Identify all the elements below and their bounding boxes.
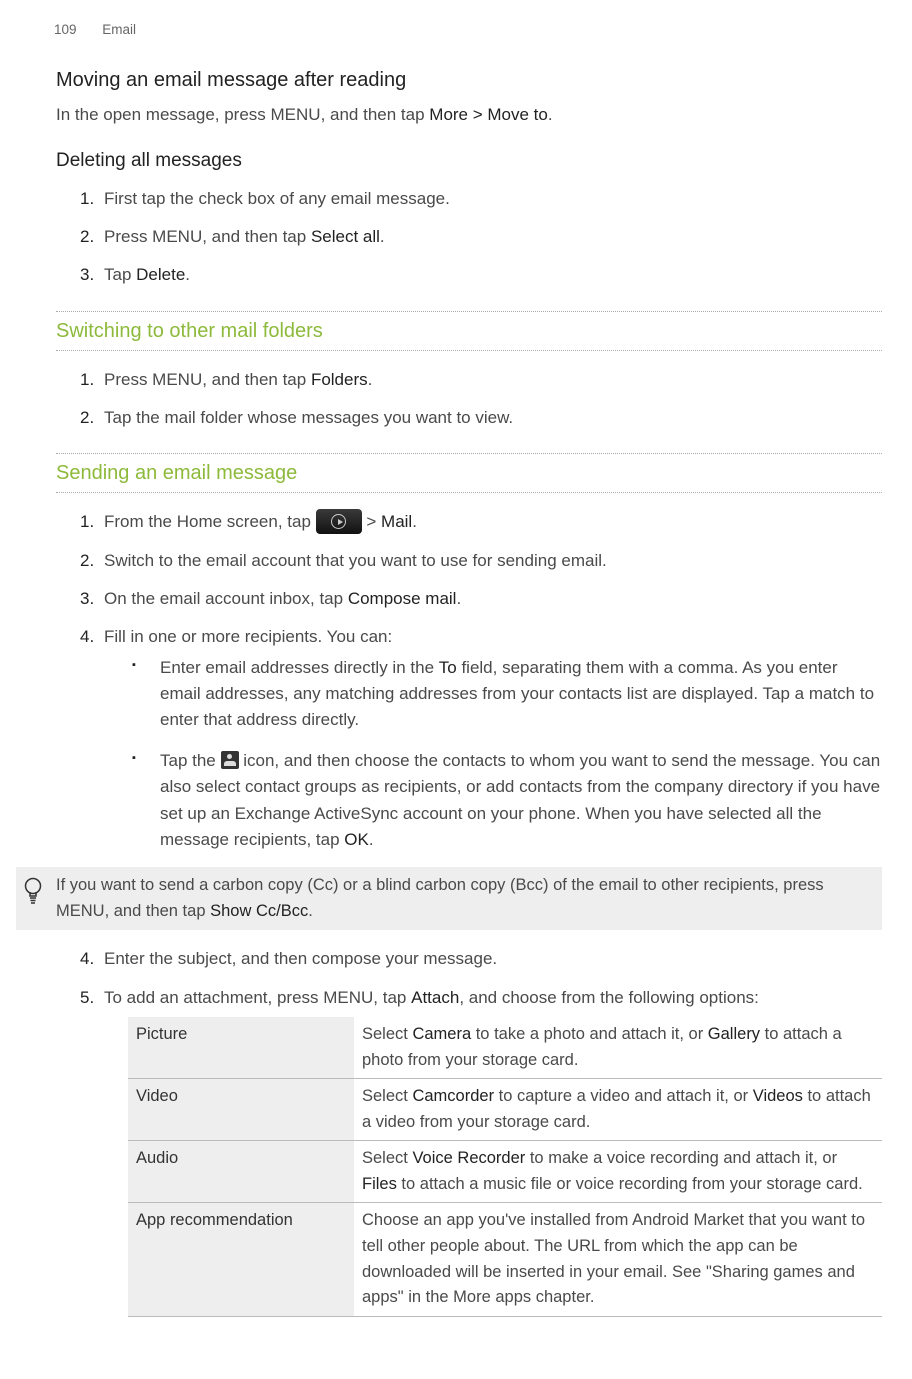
heading-deleting-all: Deleting all messages (56, 146, 882, 175)
apps-icon (316, 509, 362, 534)
list-item: 3.On the email account inbox, tap Compos… (80, 586, 882, 612)
table-row: App recommendation Choose an app you've … (128, 1203, 882, 1316)
attach-desc-app: Choose an app you've installed from Andr… (354, 1203, 882, 1316)
heading-moving-email: Moving an email message after reading (56, 65, 882, 96)
list-item: 1.Press MENU, and then tap Folders. (80, 367, 882, 393)
section-divider: Switching to other mail folders (56, 311, 882, 351)
attach-label-app: App recommendation (128, 1203, 354, 1316)
attach-label-video: Video (128, 1079, 354, 1141)
heading-sending-email: Sending an email message (56, 458, 882, 489)
attach-desc-audio: Select Voice Recorder to make a voice re… (354, 1141, 882, 1203)
list-item: 3.Tap Delete. (80, 262, 882, 288)
list-item: Enter email addresses directly in the To… (132, 655, 882, 734)
switching-list: 1.Press MENU, and then tap Folders. 2.Ta… (56, 367, 882, 432)
page-number: 109 (54, 22, 77, 37)
list-item: Tap the icon, and then choose the contac… (132, 748, 882, 853)
attach-desc-video: Select Camcorder to capture a video and … (354, 1079, 882, 1141)
attach-options-table: Picture Select Camera to take a photo an… (128, 1017, 882, 1317)
attach-desc-picture: Select Camera to take a photo and attach… (354, 1017, 882, 1079)
attach-label-picture: Picture (128, 1017, 354, 1079)
list-item: 4.Enter the subject, and then compose yo… (80, 946, 882, 972)
section-name: Email (102, 22, 136, 37)
deleting-list: 1.First tap the check box of any email m… (56, 186, 882, 289)
table-row: Audio Select Voice Recorder to make a vo… (128, 1141, 882, 1203)
section-divider: Sending an email message (56, 453, 882, 493)
list-item: 1. From the Home screen, tap > Mail. (80, 509, 882, 535)
tip-text: If you want to send a carbon copy (Cc) o… (56, 873, 870, 924)
table-row: Video Select Camcorder to capture a vide… (128, 1079, 882, 1141)
sending-list-cont: 4.Enter the subject, and then compose yo… (56, 946, 882, 1316)
list-item: 2.Tap the mail folder whose messages you… (80, 405, 882, 431)
sending-list: 1. From the Home screen, tap > Mail. 2.S… (56, 509, 882, 853)
page-header: 109 Email (54, 20, 882, 41)
recipients-options: Enter email addresses directly in the To… (104, 655, 882, 853)
moving-email-body: In the open message, press MENU, and the… (56, 102, 882, 128)
tip-cc-bcc: If you want to send a carbon copy (Cc) o… (16, 867, 882, 930)
tip-icon (22, 876, 50, 915)
list-item: 2.Press MENU, and then tap Select all. (80, 224, 882, 250)
table-row: Picture Select Camera to take a photo an… (128, 1017, 882, 1079)
list-item: 2.Switch to the email account that you w… (80, 548, 882, 574)
attach-label-audio: Audio (128, 1141, 354, 1203)
list-item: 1.First tap the check box of any email m… (80, 186, 882, 212)
contact-icon (221, 751, 239, 769)
heading-switching-folders: Switching to other mail folders (56, 316, 882, 347)
list-item: 5.To add an attachment, press MENU, tap … (80, 985, 882, 1317)
list-item: 4.Fill in one or more recipients. You ca… (80, 624, 882, 853)
